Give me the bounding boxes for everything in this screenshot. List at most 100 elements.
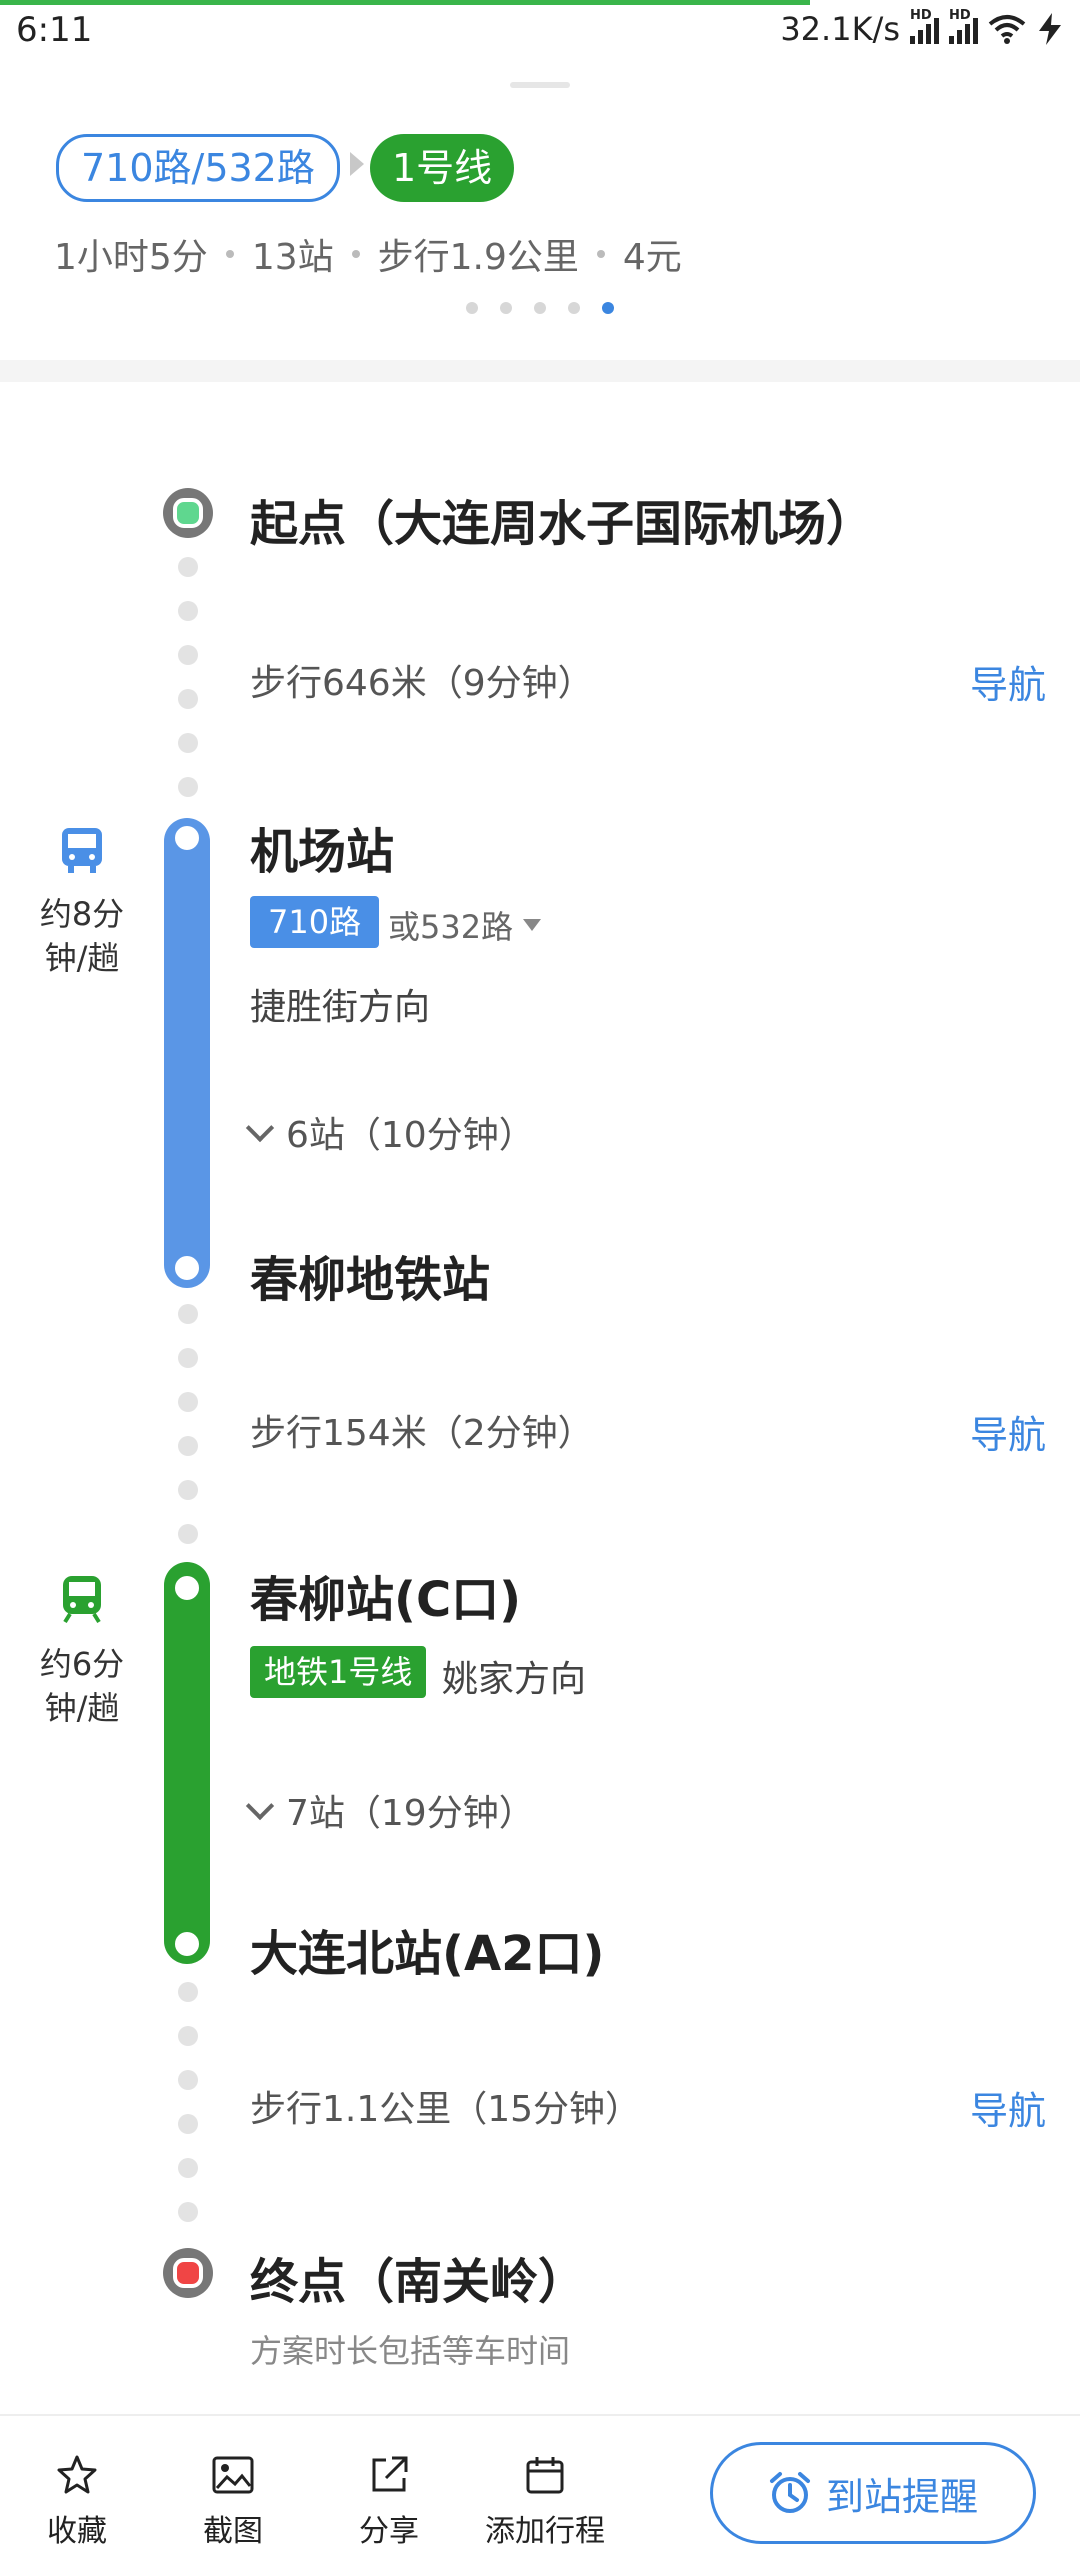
bus-frequency: 约8分钟/趟: [39, 895, 125, 977]
share-button[interactable]: 分享: [314, 2450, 464, 2550]
walk-dot: [178, 2026, 198, 2046]
loading-progress-line: [0, 0, 810, 5]
section-divider: [0, 360, 1080, 382]
walk-dot: [178, 2114, 198, 2134]
bus-icon: [62, 828, 102, 873]
add-trip-label: 添加行程: [485, 2514, 605, 2549]
walk-dot: [178, 1480, 198, 1500]
walk-dot: [178, 557, 198, 577]
nav-link-2[interactable]: 导航: [970, 1404, 1046, 1459]
walk-dot: [178, 2070, 198, 2090]
subway-segment-line: [164, 1562, 210, 1964]
walk-segment-1: 步行646米（9分钟）: [250, 663, 594, 704]
summary-fare: 4元: [622, 237, 682, 278]
walk-dot: [178, 645, 198, 665]
subway-alight-node: [171, 1928, 203, 1960]
page-dot[interactable]: [568, 302, 580, 314]
status-icons: 32.1K/s HD HD: [780, 8, 1064, 48]
end-point-icon: [163, 2248, 213, 2298]
walk-dot: [178, 2202, 198, 2222]
share-label: 分享: [359, 2514, 419, 2549]
walk-dot: [178, 1436, 198, 1456]
metro-line-chip[interactable]: 1号线: [370, 134, 515, 202]
page-dot[interactable]: [466, 302, 478, 314]
walk-segment-2: 步行154米（2分钟）: [250, 1413, 594, 1454]
subway-line-badge[interactable]: 地铁1号线: [250, 1646, 427, 1698]
start-point-title: 起点（大连周水子国际机场）: [250, 496, 875, 552]
subway-stops-label: 7站（19分钟）: [286, 1793, 535, 1834]
charging-icon: [1039, 13, 1061, 45]
signal-icon-2: HD: [949, 8, 978, 44]
walk-dot: [178, 1524, 198, 1544]
alarm-clock-icon: [769, 2472, 810, 2513]
bus-board-node: [171, 822, 203, 854]
page-dot[interactable]: [534, 302, 546, 314]
alt-bus-selector[interactable]: 或532路: [388, 902, 542, 948]
screenshot-button[interactable]: 截图: [158, 2450, 308, 2550]
subway-stops-toggle[interactable]: 7站（19分钟）: [245, 1784, 535, 1836]
bus-board-station[interactable]: 机场站: [250, 812, 394, 882]
alt-bus-label: 或532路: [388, 908, 514, 946]
hd-label: HD: [910, 8, 932, 23]
duration-note: 方案时长包括等车时间: [250, 2332, 571, 2370]
nav-link-1[interactable]: 导航: [970, 654, 1046, 709]
summary-stops: 13站: [251, 237, 334, 278]
bus-line-badge[interactable]: 710路: [250, 896, 380, 948]
walk-dot: [178, 1348, 198, 1368]
subway-alight-station[interactable]: 大连北站(A2口): [250, 1914, 604, 1984]
summary-duration: 1小时5分: [54, 237, 208, 278]
calendar-icon: [526, 2457, 564, 2494]
summary-walk: 步行1.9公里: [377, 237, 579, 278]
wifi-icon: [988, 15, 1026, 44]
walk-segment-3: 步行1.1公里（15分钟）: [250, 2089, 642, 2130]
star-icon: [57, 2455, 97, 2494]
walk-dot: [178, 601, 198, 621]
favorite-button[interactable]: 收藏: [2, 2450, 152, 2550]
walk-dot: [178, 1982, 198, 2002]
subway-icon: [63, 1576, 101, 1624]
subway-direction: 姚家方向: [442, 1659, 587, 1700]
walk-dot: [178, 689, 198, 709]
share-icon: [372, 2456, 408, 2492]
page-dot-active[interactable]: [602, 302, 614, 314]
start-point-icon: [163, 488, 213, 538]
bus-stops-toggle[interactable]: 6站（10分钟）: [245, 1106, 535, 1158]
arrival-reminder-button[interactable]: 到站提醒: [710, 2442, 1036, 2544]
bus-direction: 捷胜街方向: [250, 987, 431, 1028]
subway-board-station[interactable]: 春柳站(C口): [250, 1560, 521, 1630]
bus-alight-node: [171, 1252, 203, 1284]
walk-dot: [178, 733, 198, 753]
walk-dot: [178, 2158, 198, 2178]
page-dot[interactable]: [500, 302, 512, 314]
bus-segment-line: [164, 818, 210, 1288]
arrival-reminder-label: 到站提醒: [825, 2474, 978, 2519]
nav-link-3[interactable]: 导航: [970, 2080, 1046, 2135]
separator-dot: [596, 250, 605, 258]
separator-dot: [351, 250, 360, 258]
chevron-down-icon: [245, 1113, 275, 1143]
bus-stops-label: 6站（10分钟）: [286, 1115, 535, 1156]
separator-dot: [225, 250, 234, 258]
walk-dot: [178, 777, 198, 797]
chevron-right-icon: [350, 152, 364, 176]
network-speed: 32.1K/s: [780, 10, 900, 48]
subway-frequency: 约6分钟/趟: [39, 1645, 125, 1727]
status-time: 6:11: [16, 10, 93, 50]
bus-alight-station[interactable]: 春柳地铁站: [250, 1240, 490, 1310]
bus-route-chip[interactable]: 710路/532路: [56, 134, 340, 202]
page-indicator: [466, 302, 614, 314]
walk-dot: [178, 1392, 198, 1412]
hd-label-2: HD: [949, 8, 971, 23]
drag-handle[interactable]: [510, 82, 570, 88]
screenshot-label: 截图: [203, 2514, 263, 2549]
end-point-title: 终点（南关岭）: [250, 2254, 587, 2310]
route-summary: 1小时5分 13站 步行1.9公里 4元: [54, 228, 682, 280]
chevron-down-icon: [245, 1791, 275, 1821]
walk-dot: [178, 1304, 198, 1324]
image-icon: [212, 2456, 254, 2494]
triangle-down-icon: [523, 919, 542, 931]
signal-icon: HD: [910, 8, 939, 44]
add-trip-button[interactable]: 添加行程: [470, 2450, 620, 2550]
status-bar: 6:11 32.1K/s HD HD: [0, 0, 1080, 64]
favorite-label: 收藏: [47, 2514, 107, 2549]
